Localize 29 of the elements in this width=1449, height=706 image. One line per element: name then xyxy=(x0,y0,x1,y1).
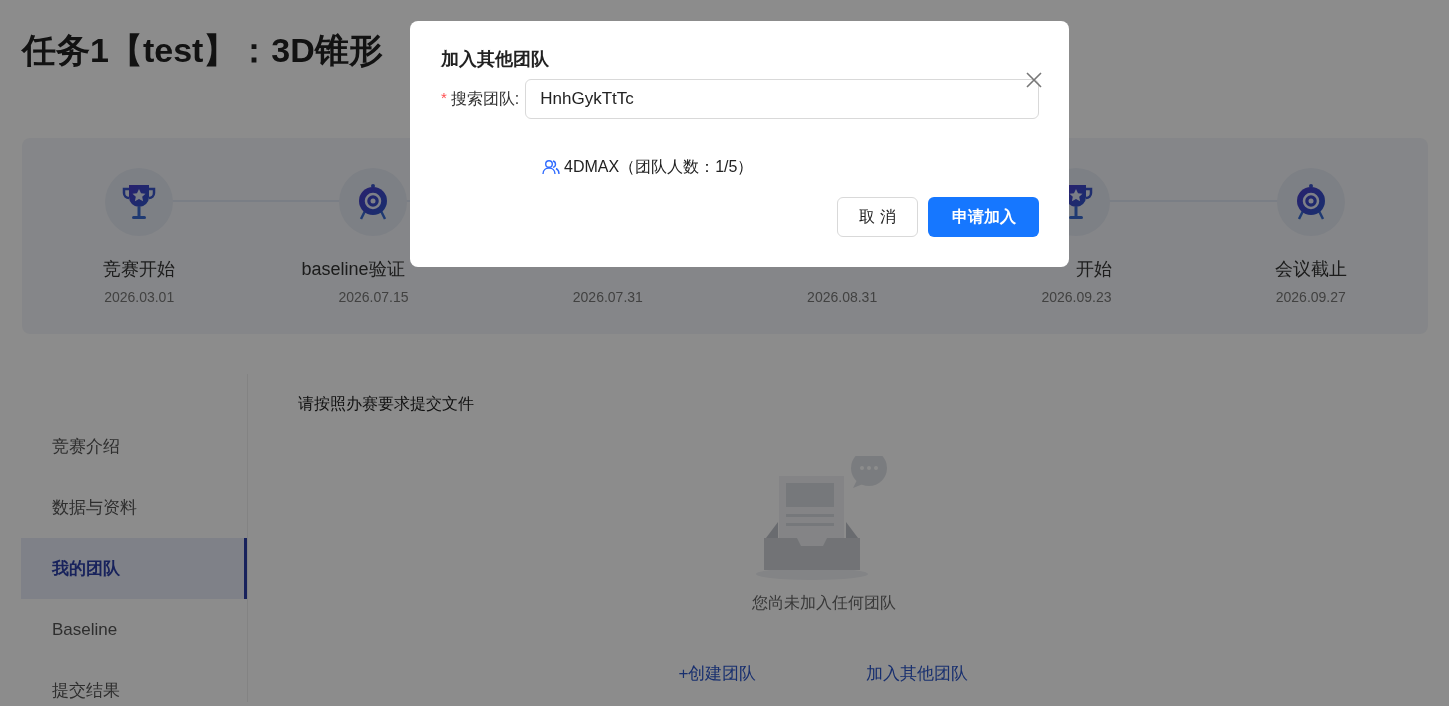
section-heading: 请按照办赛要求提交文件 xyxy=(298,394,475,414)
required-mark: * xyxy=(441,88,447,109)
cancel-button[interactable]: 取 消 xyxy=(837,196,918,237)
team-result[interactable]: 4DMAX（团队人数：1/5） xyxy=(564,154,754,179)
sidebar-item[interactable]: 数据与资料 xyxy=(21,477,247,538)
milestone-label: 开始 xyxy=(1075,258,1113,281)
dialog-title: 加入其他团队 xyxy=(441,49,550,71)
empty-message: 您尚未加入任何团队 xyxy=(751,593,896,613)
milestone-date: 2026.03.01 xyxy=(104,288,175,307)
people-icon xyxy=(542,158,560,175)
sidebar-item[interactable]: 我的团队 xyxy=(21,538,247,599)
field-label: 搜索团队: xyxy=(450,88,520,109)
sidebar-item[interactable]: 提交结果 xyxy=(21,660,247,704)
milestone-label: baseline验证 xyxy=(301,258,406,281)
page-title: 任务1【test】：3D锥形 xyxy=(22,30,383,71)
milestone-date: 2026.07.15 xyxy=(338,288,409,307)
team-link[interactable]: +创建团队 xyxy=(678,661,757,687)
milestone-date: 2026.08.31 xyxy=(807,288,878,307)
apply-button[interactable]: 申请加入 xyxy=(928,196,1039,237)
team-link[interactable]: 加入其他团队 xyxy=(866,661,969,687)
search-field[interactable]: HnhGykTtTc xyxy=(525,78,1039,119)
milestone-label: 会议截止 xyxy=(1274,258,1347,281)
sidebar-item[interactable]: 竞赛介绍 xyxy=(21,416,247,477)
sidebar-item[interactable]: Baseline xyxy=(21,599,247,660)
milestone-date: 2026.07.31 xyxy=(572,288,643,307)
milestone-date: 2026.09.27 xyxy=(1275,288,1346,307)
trophy-icon xyxy=(121,183,158,221)
milestone-date: 2026.09.23 xyxy=(1041,288,1112,307)
milestone-label: 竞赛开始 xyxy=(103,258,176,281)
